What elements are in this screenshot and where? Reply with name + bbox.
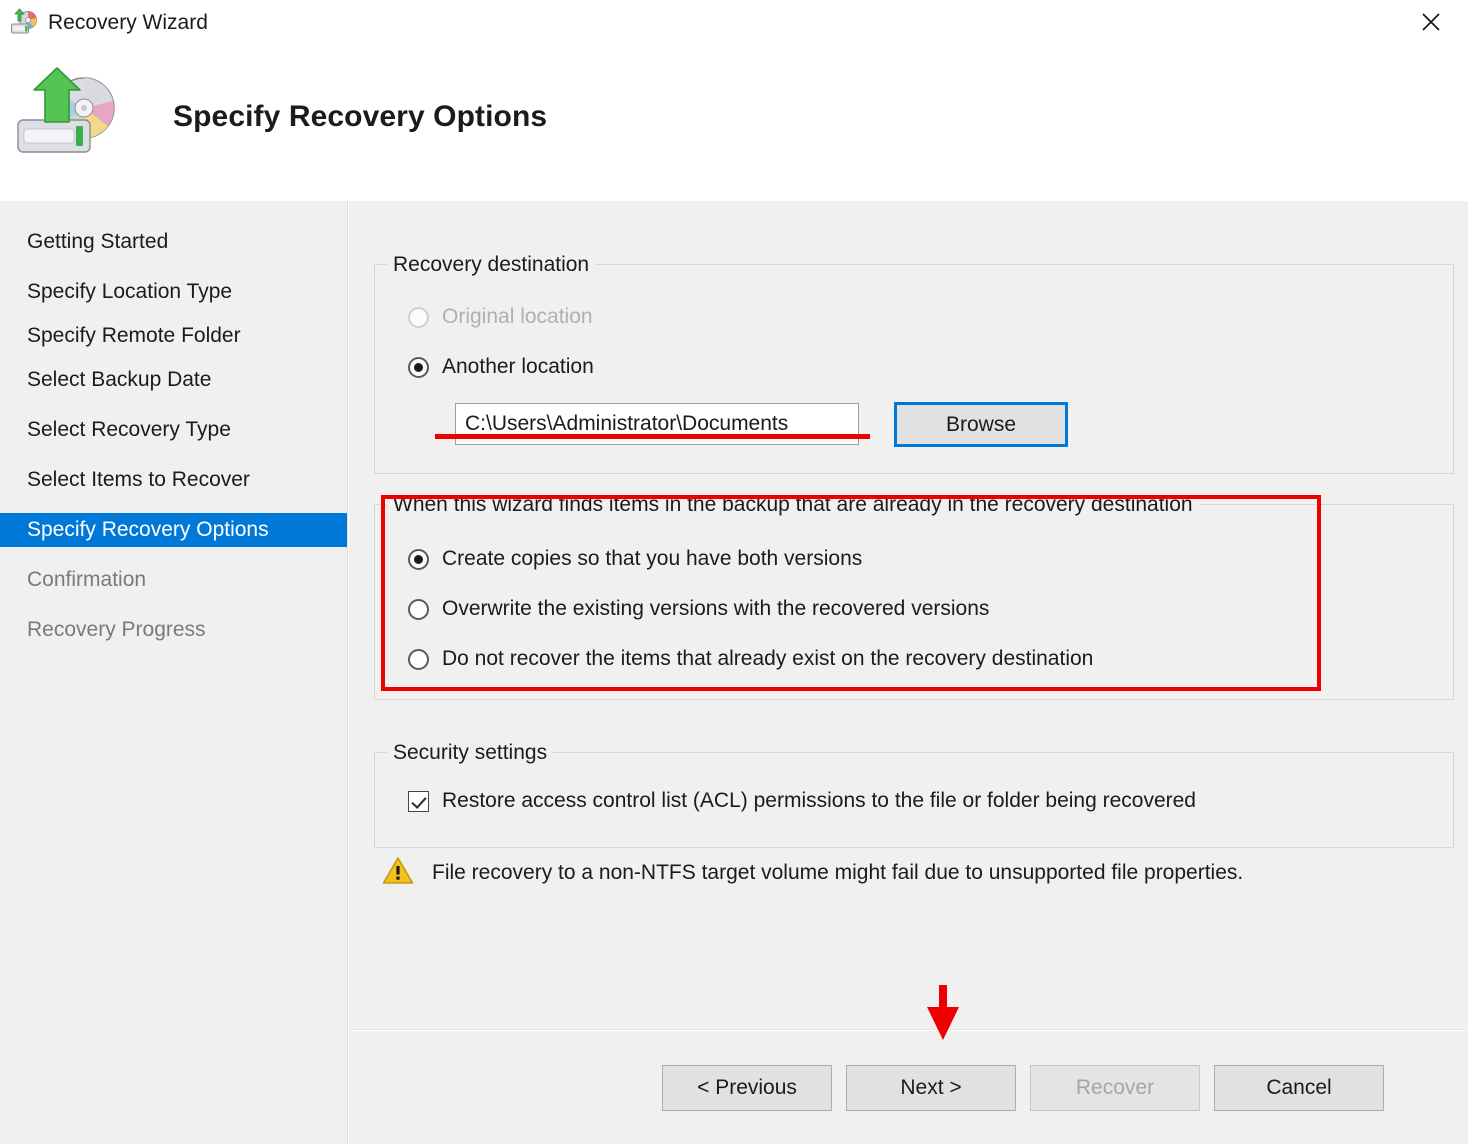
sidebar-item-select-backup-date[interactable]: Select Backup Date [0, 363, 347, 397]
radio-original-location[interactable]: Original location [408, 305, 593, 329]
checkbox-restore-acl[interactable]: Restore access control list (ACL) permis… [408, 789, 1196, 813]
window-title: Recovery Wizard [48, 11, 208, 35]
security-settings-group-label: Security settings [387, 741, 553, 765]
page-header: Specify Recovery Options [0, 48, 1468, 201]
sidebar-item-select-recovery-type[interactable]: Select Recovery Type [0, 413, 347, 447]
sidebar-item-select-items-to-recover[interactable]: Select Items to Recover [0, 463, 347, 497]
security-settings-group: Security settings Restore access control… [374, 752, 1454, 848]
annotation-box-conflict-options [381, 495, 1321, 691]
annotation-underline-path-input [435, 434, 870, 439]
ntfs-warning: File recovery to a non-NTFS target volum… [382, 856, 1243, 890]
sidebar-item-specify-recovery-options[interactable]: Specify Recovery Options [0, 513, 347, 547]
cancel-button[interactable]: Cancel [1214, 1065, 1384, 1111]
sidebar-item-getting-started[interactable]: Getting Started [0, 225, 347, 259]
next-button[interactable]: Next > [846, 1065, 1016, 1111]
radio-original-location-label: Original location [442, 305, 593, 329]
recovery-disk-icon [10, 8, 40, 36]
sidebar-item-specify-remote-folder[interactable]: Specify Remote Folder [0, 319, 347, 353]
recover-button: Recover [1030, 1065, 1200, 1111]
sidebar-item-recovery-progress[interactable]: Recovery Progress [0, 613, 347, 647]
radio-another-location-label: Another location [442, 355, 594, 379]
ntfs-warning-text: File recovery to a non-NTFS target volum… [432, 861, 1243, 885]
sidebar-item-label: Specify Remote Folder [27, 324, 241, 348]
annotation-arrow-next-button [925, 985, 961, 1040]
wizard-footer: < Previous Next > Recover Cancel [349, 1031, 1468, 1144]
radio-indicator [408, 357, 429, 378]
page-title: Specify Recovery Options [173, 100, 547, 134]
radio-indicator [408, 307, 429, 328]
sidebar-item-label: Select Items to Recover [27, 468, 250, 492]
sidebar-item-label: Getting Started [27, 230, 168, 254]
close-icon[interactable] [1402, 0, 1460, 44]
sidebar-item-label: Recovery Progress [27, 618, 206, 642]
warning-triangle-icon [382, 856, 414, 890]
recovery-destination-group: Recovery destination Original location A… [374, 264, 1454, 474]
sidebar-item-confirmation[interactable]: Confirmation [0, 563, 347, 597]
recovery-destination-group-label: Recovery destination [387, 253, 595, 277]
recovery-disk-large-icon [12, 64, 132, 164]
checkbox-restore-acl-label: Restore access control list (ACL) permis… [442, 789, 1196, 813]
wizard-steps-sidebar: Getting Started Specify Location Type Sp… [0, 201, 348, 1144]
radio-another-location[interactable]: Another location [408, 355, 594, 379]
browse-button[interactable]: Browse [894, 402, 1068, 447]
sidebar-item-label: Confirmation [27, 568, 146, 592]
sidebar-item-label: Specify Location Type [27, 280, 232, 304]
sidebar-item-label: Select Backup Date [27, 368, 211, 392]
previous-button[interactable]: < Previous [662, 1065, 832, 1111]
sidebar-item-label: Specify Recovery Options [27, 518, 269, 542]
window-title-bar: Recovery Wizard [0, 0, 1468, 48]
sidebar-item-label: Select Recovery Type [27, 418, 231, 442]
checkbox-indicator [408, 791, 429, 812]
sidebar-item-specify-location-type[interactable]: Specify Location Type [0, 275, 347, 309]
